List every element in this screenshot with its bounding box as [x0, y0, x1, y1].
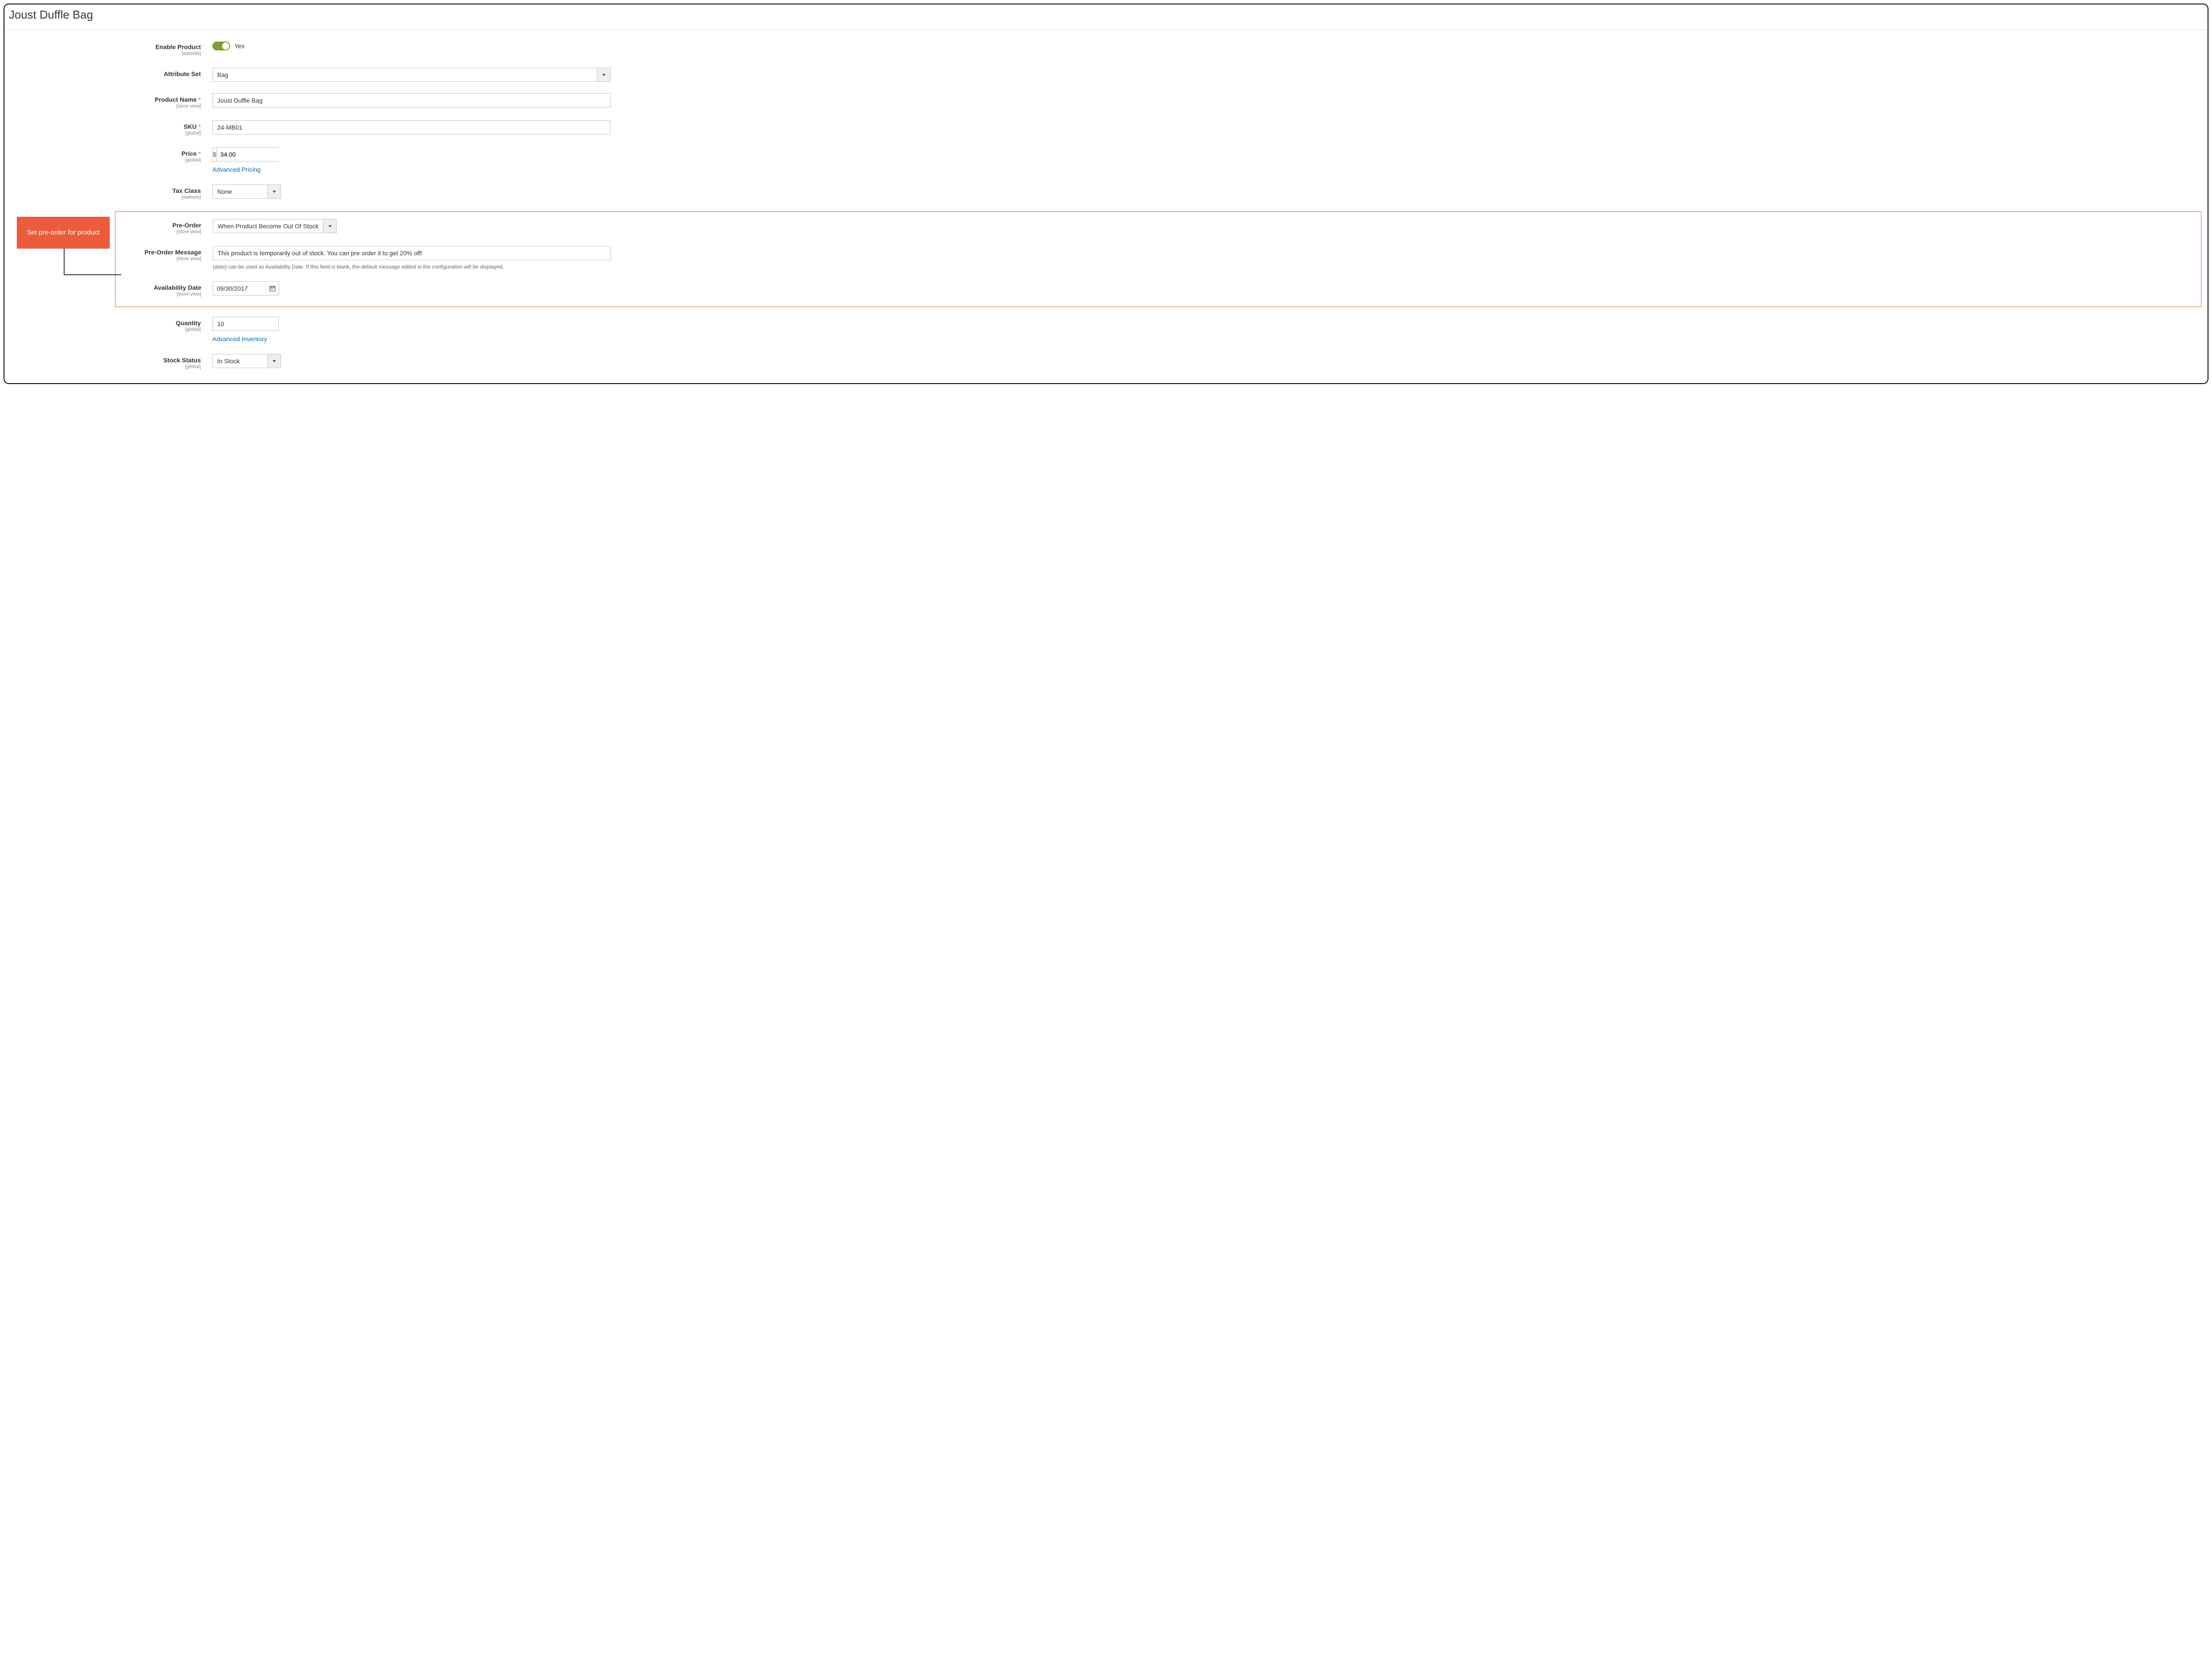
enable-product-value: Yes [234, 42, 245, 50]
pre-order-select[interactable]: When Product Become Out Of Stock [213, 219, 337, 233]
calendar-icon[interactable] [265, 282, 279, 295]
attribute-set-select[interactable]: Bag [212, 68, 611, 82]
callout-preorder: Set pre-order for product [17, 217, 110, 249]
label-price: Price* [global] [119, 147, 212, 163]
availability-date-field[interactable]: 09/30/2017 [213, 281, 279, 296]
label-attribute-set: Attribute Set [119, 68, 212, 77]
price-input-wrap: $ [212, 147, 279, 161]
label-pre-order-message: Pre-Order Message [store view] [120, 246, 213, 261]
label-enable-product: Enable Product [website] [119, 41, 212, 56]
pre-order-message-input[interactable] [213, 246, 611, 260]
enable-product-toggle[interactable] [212, 42, 230, 50]
tax-class-select[interactable]: None [212, 184, 281, 199]
sku-input[interactable] [212, 120, 611, 135]
chevron-down-icon [323, 219, 336, 233]
product-name-input[interactable] [212, 93, 611, 108]
product-form: Enable Product [website] Yes Attribute S… [4, 30, 2208, 381]
product-edit-frame: Joust Duffle Bag Set pre-order for produ… [4, 4, 2208, 384]
price-input[interactable] [217, 148, 304, 161]
callout-text: Set pre-order for product [27, 228, 100, 237]
chevron-down-icon [267, 354, 280, 368]
currency-prefix: $ [213, 148, 217, 161]
label-product-name: Product Name* [store view] [119, 93, 212, 109]
label-stock-status: Stock Status [global] [119, 354, 212, 369]
label-availability-date: Availability Date [store view] [120, 281, 213, 297]
label-tax-class: Tax Class [website] [119, 184, 212, 200]
stock-status-select[interactable]: In Stock [212, 354, 281, 368]
chevron-down-icon [597, 68, 610, 81]
label-sku: SKU* [global] [119, 120, 212, 136]
page-title: Joust Duffle Bag [4, 4, 2208, 30]
pre-order-message-helper: {date} can be used as Availability Date.… [213, 264, 2198, 270]
label-quantity: Quantity [global] [119, 317, 212, 332]
label-pre-order: Pre-Order [store view] [120, 219, 213, 234]
preorder-highlight-box: Pre-Order [store view] When Product Beco… [115, 211, 2201, 307]
chevron-down-icon [267, 185, 280, 198]
quantity-input[interactable] [212, 317, 279, 331]
advanced-pricing-link[interactable]: Advanced Pricing [212, 166, 261, 173]
advanced-inventory-link[interactable]: Advanced Inventory [212, 335, 267, 342]
toggle-knob [222, 42, 229, 50]
